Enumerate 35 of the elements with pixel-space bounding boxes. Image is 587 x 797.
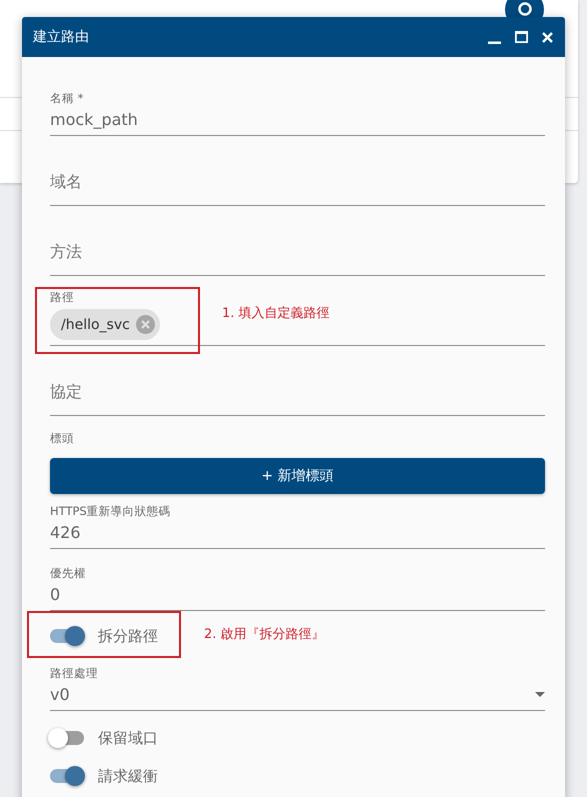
field-placeholder: 協定 [50,382,82,403]
field-placeholder: 方法 [50,242,82,263]
field-value: v0 [50,685,70,704]
field-label: 路徑處理 [50,666,98,681]
close-icon[interactable] [542,32,553,42]
toggle-switch[interactable] [50,731,84,745]
toggle-switch[interactable] [50,769,84,783]
text-field[interactable]: 優先權 0 [50,549,545,611]
switch-label: 拆分路徑 [98,626,158,646]
text-field[interactable]: 名稱 * mock_path [50,57,545,136]
field-label: 名稱 * [50,91,84,106]
text-field[interactable]: 方法 [50,206,545,276]
annotation-note: 1. 填入自定義路徑 [222,305,330,322]
field-label: HTTPS重新導向狀態碼 [50,504,171,519]
add-header-button[interactable]: + 新增標頭 [50,458,545,494]
text-field[interactable]: 協定 [50,346,545,416]
switch-label: 請求緩衝 [98,766,158,786]
path-chip[interactable]: /hello_svc [50,309,160,340]
field-label: 優先權 [50,566,86,581]
text-field[interactable]: 域名 [50,136,545,206]
dropdown-caret-icon [535,692,545,697]
text-field[interactable]: HTTPS重新導向狀態碼 426 [50,494,545,549]
annotation-note: 2. 啟用『拆分路徑』 [204,626,325,643]
field-label: 路徑 [50,290,74,305]
field-placeholder: 域名 [50,172,82,193]
field-label: 標頭 [50,431,74,446]
field-value: 426 [50,523,81,542]
toggle-switch[interactable] [50,629,84,643]
field-value: 0 [50,585,60,604]
maximize-icon[interactable] [515,31,528,43]
dialog-title: 建立路由 [33,28,90,46]
field-value: mock_path [50,110,138,129]
search-icon [518,2,532,16]
switch-label: 保留域口 [98,728,158,748]
select-field[interactable]: 路徑處理 v0 [50,661,545,711]
